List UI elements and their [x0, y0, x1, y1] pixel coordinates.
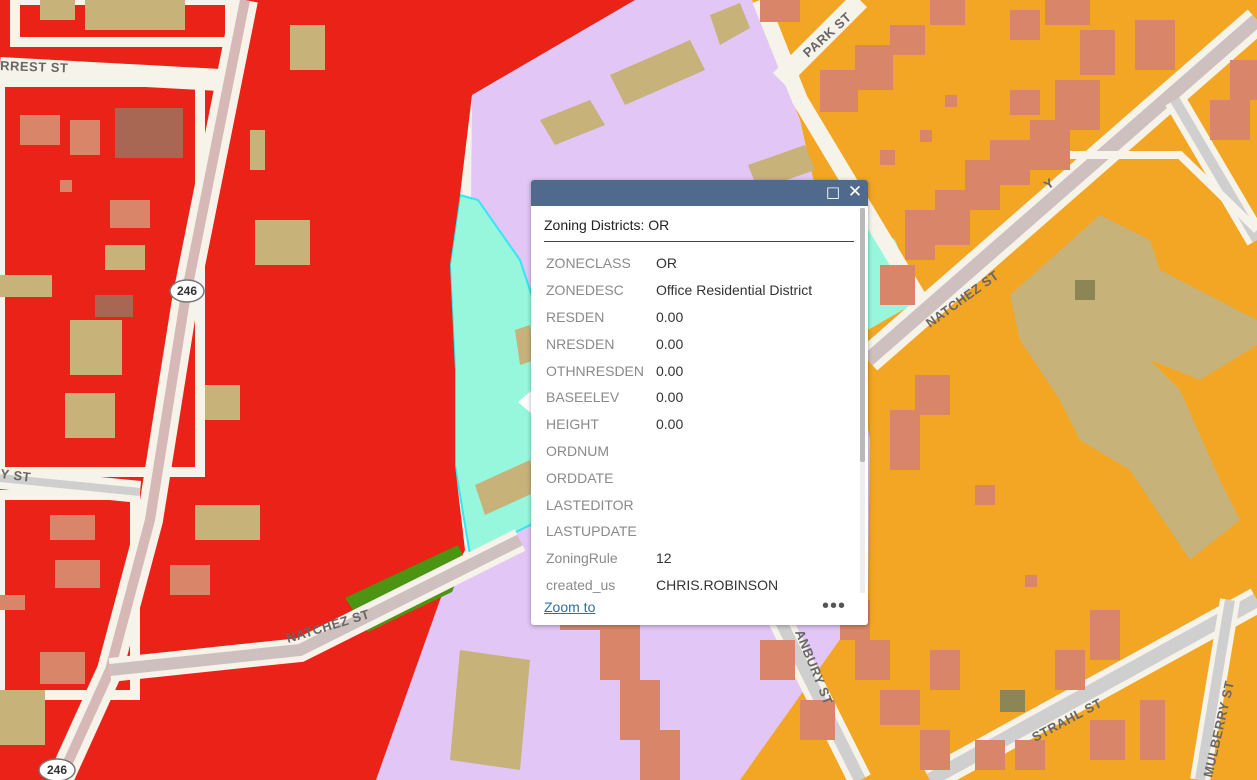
- attribute-value: 0.00: [656, 389, 684, 406]
- attribute-value: CHRIS.ROBINSON: [656, 576, 779, 593]
- attribute-key: HEIGHT: [546, 416, 599, 433]
- attribute-row: NRESDEN 0.00: [544, 330, 814, 357]
- attribute-row: OTHNRESDEN 0.00: [544, 357, 814, 384]
- attribute-key: ORDDATE: [546, 469, 614, 486]
- route-shield-246-south: 246: [38, 758, 76, 780]
- attribute-value: OR: [656, 255, 677, 272]
- maximize-icon[interactable]: □: [824, 183, 842, 201]
- popup-scrollbar[interactable]: [860, 208, 865, 593]
- attribute-value: [654, 491, 814, 518]
- close-icon[interactable]: ✕: [846, 183, 864, 201]
- attribute-value: 0.00: [656, 335, 684, 352]
- attribute-value: [654, 438, 814, 465]
- attribute-value: Office Residential District: [656, 282, 813, 299]
- attribute-value: [654, 518, 814, 545]
- attribute-row: ORDNUM: [544, 438, 814, 465]
- more-options-button[interactable]: •••: [822, 595, 846, 618]
- attribute-key: LASTUPDATE: [546, 523, 637, 540]
- attribute-key: NRESDEN: [546, 335, 615, 352]
- svg-text:246: 246: [177, 284, 197, 298]
- street-label-forrest: RREST ST: [0, 58, 69, 75]
- feature-popup[interactable]: □ ✕ Zoning Districts: OR ZONECLASS OR ZONE…: [531, 180, 868, 625]
- popup-pointer: [518, 390, 532, 414]
- attribute-row: BASEELEV 0.00: [544, 384, 814, 411]
- attribute-key: LASTEDITOR: [546, 496, 634, 513]
- zoom-to-link[interactable]: Zoom to: [544, 599, 595, 615]
- attribute-key: ORDNUM: [546, 442, 609, 459]
- route-shield-246-north: 246: [169, 279, 205, 303]
- popup-body[interactable]: Zoning Districts: OR ZONECLASS OR ZONEDESC…: [544, 206, 854, 596]
- attribute-value: 12: [656, 550, 672, 567]
- attribute-row: LASTEDITOR: [544, 491, 814, 518]
- svg-text:246: 246: [47, 763, 67, 777]
- attribute-row: RESDEN 0.00: [544, 304, 814, 331]
- attribute-row: ORDDATE: [544, 464, 814, 491]
- attribute-row: created_us CHRIS.ROBINSON: [544, 572, 814, 596]
- attribute-key: ZONEDESC: [546, 282, 624, 299]
- popup-footer: Zoom to •••: [544, 595, 856, 619]
- attribute-key: ZONECLASS: [546, 255, 631, 272]
- attribute-key: BASEELEV: [546, 389, 620, 406]
- attribute-row: LASTUPDATE: [544, 518, 814, 545]
- attribute-key: created_us: [546, 576, 616, 593]
- attribute-row: HEIGHT 0.00: [544, 411, 814, 438]
- attribute-key: OTHNRESDEN: [546, 362, 645, 379]
- attribute-value: 0.00: [656, 362, 684, 379]
- attribute-row: ZONEDESC Office Residential District: [544, 277, 814, 304]
- scrollbar-thumb[interactable]: [860, 208, 865, 462]
- attribute-key: ZoningRule: [546, 550, 618, 567]
- attribute-value: 0.00: [656, 308, 684, 325]
- popup-header: □ ✕: [531, 180, 868, 206]
- attribute-key: RESDEN: [546, 308, 605, 325]
- attribute-row: ZONECLASS OR: [544, 250, 814, 277]
- popup-title: Zoning Districts: OR: [544, 206, 854, 242]
- attribute-row: ZoningRule 12: [544, 545, 814, 572]
- attribute-table: ZONECLASS OR ZONEDESC Office Residential Di…: [544, 250, 814, 596]
- attribute-value: [654, 464, 814, 491]
- attribute-value: 0.00: [656, 416, 684, 433]
